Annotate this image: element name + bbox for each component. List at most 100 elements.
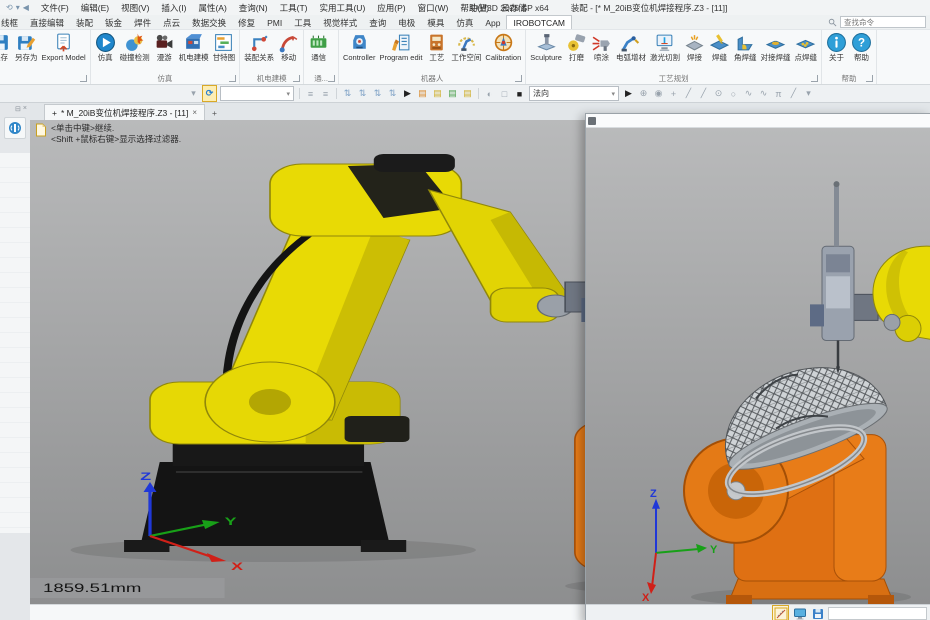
- walkthrough-button[interactable]: 漫游: [152, 31, 177, 62]
- group-expander[interactable]: [866, 75, 873, 82]
- group-expander[interactable]: [80, 75, 87, 82]
- tab-wireframe[interactable]: 线框: [0, 15, 24, 29]
- menu-view[interactable]: 视图(V): [115, 2, 155, 14]
- group-expander[interactable]: [229, 75, 236, 82]
- about-button[interactable]: 关于: [824, 31, 849, 62]
- menu-utilities[interactable]: 实用工具(U): [313, 2, 371, 14]
- list-icon[interactable]: ≡: [319, 86, 332, 101]
- sheet-list-icon[interactable]: ▤: [416, 86, 429, 101]
- grinding-button[interactable]: 打磨: [564, 31, 589, 62]
- menu-application[interactable]: 应用(P): [371, 2, 411, 14]
- align-icon[interactable]: ⇅: [371, 86, 384, 101]
- laser-cut-button[interactable]: 激光切割: [648, 31, 682, 62]
- tab-assembly[interactable]: 装配: [70, 15, 99, 29]
- pick-icon[interactable]: ▶: [401, 86, 414, 101]
- dropdown-caret-icon[interactable]: ▾: [187, 86, 200, 101]
- sheet-list-icon[interactable]: ▤: [461, 86, 474, 101]
- tab-inquire[interactable]: 查询: [363, 15, 392, 29]
- help-button[interactable]: ? 帮助: [849, 31, 874, 62]
- align-icon[interactable]: ⇅: [341, 86, 354, 101]
- group-expander[interactable]: [293, 75, 300, 82]
- clip-icon[interactable]: □: [498, 86, 511, 101]
- export-model-button[interactable]: Export Model: [40, 31, 88, 62]
- spline-icon[interactable]: ∿: [742, 86, 755, 101]
- regen-icon[interactable]: ⟳: [202, 85, 217, 102]
- dropdown-caret-icon[interactable]: ▾: [802, 86, 815, 101]
- align-icon[interactable]: ⇅: [386, 86, 399, 101]
- tab-direct-edit[interactable]: 直接编辑: [24, 15, 70, 29]
- collapse-icon[interactable]: ◀: [23, 3, 29, 12]
- tab-tools[interactable]: 工具: [288, 15, 317, 29]
- filter-combobox[interactable]: ▾: [220, 86, 294, 101]
- pick-icon[interactable]: ▶: [622, 86, 635, 101]
- tab-simulation[interactable]: 仿真: [450, 15, 479, 29]
- group-expander[interactable]: [515, 75, 522, 82]
- new-tab-button[interactable]: +: [205, 105, 224, 120]
- robot-arm-partial[interactable]: [873, 246, 930, 341]
- save-view-icon[interactable]: [810, 606, 825, 620]
- secondary-window-titlebar[interactable]: [586, 114, 930, 128]
- collision-check-button[interactable]: 碰撞检测: [118, 31, 152, 62]
- save-button[interactable]: 保存: [0, 31, 13, 62]
- tab-irobotcam[interactable]: IROBOTCAM: [506, 15, 571, 29]
- move-button[interactable]: 移动: [276, 31, 301, 62]
- butt-weld-button[interactable]: 对接焊缝: [758, 31, 792, 62]
- line-icon[interactable]: ╱: [697, 86, 710, 101]
- welding-button[interactable]: 焊接: [682, 31, 707, 62]
- tab-electrode[interactable]: 电极: [392, 15, 421, 29]
- gantt-chart-button[interactable]: 甘特图: [211, 31, 238, 62]
- tab-pmi[interactable]: PMI: [261, 15, 288, 29]
- workspace-button[interactable]: 工作空间: [449, 31, 483, 62]
- sheet-list-icon[interactable]: ▤: [431, 86, 444, 101]
- sheet-list-icon[interactable]: ▤: [446, 86, 459, 101]
- target-icon[interactable]: ◉: [652, 86, 665, 101]
- manager-toggle-button[interactable]: [4, 117, 26, 139]
- save-as-button[interactable]: 另存为: [13, 31, 40, 62]
- spray-button[interactable]: 喷涂: [589, 31, 614, 62]
- dropdown-caret-icon[interactable]: ▾: [16, 3, 20, 12]
- process-button[interactable]: 工艺: [424, 31, 449, 62]
- menu-edit[interactable]: 编辑(E): [75, 2, 115, 14]
- plus-icon[interactable]: +: [667, 86, 680, 101]
- tab-weldment[interactable]: 焊件: [128, 15, 157, 29]
- assembly-relation-button[interactable]: 装配关系: [242, 31, 276, 62]
- tab-mold[interactable]: 模具: [421, 15, 450, 29]
- tab-repair[interactable]: 修复: [232, 15, 261, 29]
- point-icon[interactable]: ⊕: [637, 86, 650, 101]
- group-expander[interactable]: [328, 75, 335, 82]
- arc-additive-button[interactable]: 电弧增材: [614, 31, 648, 62]
- list-icon[interactable]: ≡: [304, 86, 317, 101]
- sculpture-button[interactable]: Sculpture: [528, 31, 564, 62]
- menu-attribute[interactable]: 属性(A): [192, 2, 232, 14]
- weld-seam-button[interactable]: 焊缝: [707, 31, 732, 62]
- close-icon[interactable]: ×: [23, 105, 27, 113]
- document-tab[interactable]: + * M_20iB变位机焊接程序.Z3 - [11] ×: [44, 104, 205, 120]
- orientation-combobox[interactable]: 法向▾: [529, 86, 619, 101]
- controller-button[interactable]: Controller: [341, 31, 378, 62]
- menu-window[interactable]: 窗口(W): [412, 2, 455, 14]
- program-edit-button[interactable]: Program edit: [377, 31, 424, 62]
- spline-icon[interactable]: ∿: [757, 86, 770, 101]
- close-tab-icon[interactable]: ×: [192, 108, 197, 117]
- circle-icon[interactable]: ○: [727, 86, 740, 101]
- menu-file[interactable]: 文件(F): [35, 2, 75, 14]
- calibration-button[interactable]: Calibration: [483, 31, 523, 62]
- fillet-weld-button[interactable]: 角焊缝: [732, 31, 759, 62]
- ruler-icon[interactable]: [772, 605, 789, 620]
- line-icon[interactable]: ╱: [682, 86, 695, 101]
- color-swatch-icon[interactable]: ■: [513, 86, 526, 101]
- secondary-3d-scene[interactable]: Z Y X: [586, 128, 930, 604]
- align-icon[interactable]: ⇅: [356, 86, 369, 101]
- tab-sheet-metal[interactable]: 钣金: [99, 15, 128, 29]
- robot-arm[interactable]: [124, 154, 573, 552]
- line-icon[interactable]: ╱: [787, 86, 800, 101]
- curve-icon[interactable]: π: [772, 86, 785, 101]
- tab-visualize[interactable]: 视觉样式: [317, 15, 363, 29]
- monitor-icon[interactable]: [792, 606, 807, 620]
- menu-insert[interactable]: 插入(I): [155, 2, 192, 14]
- tab-app[interactable]: App: [479, 15, 506, 29]
- spot-weld-button[interactable]: 点焊缝: [792, 31, 819, 62]
- history-icon[interactable]: ◐: [483, 86, 496, 101]
- circle-icon[interactable]: ⊙: [712, 86, 725, 101]
- group-expander[interactable]: [811, 75, 818, 82]
